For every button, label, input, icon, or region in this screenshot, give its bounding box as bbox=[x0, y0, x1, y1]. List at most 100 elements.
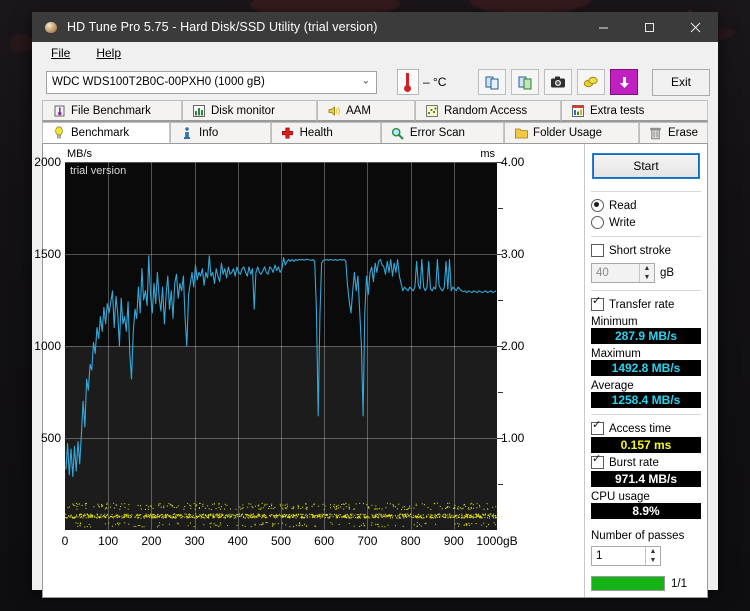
access-time-point bbox=[286, 507, 288, 509]
screenshot-button[interactable] bbox=[544, 69, 572, 95]
maximize-button[interactable] bbox=[626, 12, 672, 42]
exit-button[interactable]: Exit bbox=[652, 68, 710, 96]
tab-file-benchmark[interactable]: File Benchmark bbox=[42, 100, 182, 121]
access-time-point bbox=[184, 506, 186, 507]
access-time-point bbox=[436, 515, 437, 517]
passes-stepper[interactable]: ▲ ▼ bbox=[645, 547, 660, 565]
menu-help[interactable]: Help bbox=[87, 44, 130, 62]
tab-error-scan[interactable]: Error Scan bbox=[380, 122, 505, 143]
tab-info[interactable]: Info bbox=[170, 122, 271, 143]
access-time-point bbox=[171, 505, 173, 506]
access-time-point bbox=[159, 522, 161, 524]
access-time-point bbox=[469, 508, 471, 510]
checkbox-burst-rate[interactable]: Burst rate bbox=[591, 454, 701, 469]
y2-axis-minor-tick bbox=[498, 392, 503, 393]
tab-folder-usage[interactable]: Folder Usage bbox=[504, 122, 639, 143]
access-time-point bbox=[487, 508, 489, 510]
access-time-point bbox=[255, 516, 257, 518]
tab-extra-tests[interactable]: Extra tests bbox=[561, 100, 708, 121]
access-time-point bbox=[163, 507, 165, 509]
window-titlebar[interactable]: HD Tune Pro 5.75 - Hard Disk/SSD Utility… bbox=[32, 12, 718, 42]
access-time-point bbox=[331, 523, 333, 525]
tab-benchmark[interactable]: Benchmark bbox=[42, 122, 171, 143]
access-time-point bbox=[141, 526, 143, 528]
trial-watermark: trial version bbox=[70, 165, 127, 177]
access-time-point bbox=[136, 515, 138, 517]
access-time-point bbox=[221, 514, 223, 516]
access-time-point bbox=[77, 516, 79, 518]
access-time-point bbox=[383, 514, 384, 516]
y-axis-tick-label: 2000 bbox=[34, 155, 61, 169]
access-time-point bbox=[148, 517, 150, 519]
stepper-down-icon[interactable]: ▼ bbox=[646, 556, 660, 565]
checkbox-access-time[interactable]: Access time bbox=[591, 420, 701, 435]
access-time-point bbox=[463, 504, 465, 506]
access-time-point bbox=[223, 517, 225, 519]
access-time-point bbox=[286, 503, 288, 505]
access-time-point bbox=[465, 506, 467, 507]
tab-random-access[interactable]: Random Access bbox=[415, 100, 561, 121]
access-time-point bbox=[368, 506, 370, 508]
access-time-point bbox=[363, 503, 364, 505]
passes-input[interactable]: 1 ▲ ▼ bbox=[591, 546, 661, 566]
access-time-point bbox=[140, 505, 141, 507]
access-time-point bbox=[176, 506, 178, 508]
access-time-point bbox=[218, 506, 220, 508]
access-time-point bbox=[177, 505, 179, 507]
access-time-point bbox=[416, 516, 417, 518]
download-button[interactable] bbox=[610, 69, 638, 95]
access-time-point bbox=[168, 515, 170, 517]
stepper-up-icon[interactable]: ▲ bbox=[646, 547, 660, 556]
access-time-point bbox=[415, 515, 417, 517]
access-time-point bbox=[278, 515, 280, 517]
checkbox-transfer-rate[interactable]: Transfer rate bbox=[591, 296, 701, 311]
access-time-point bbox=[309, 516, 311, 518]
copy-button[interactable] bbox=[478, 69, 506, 95]
x-axis-tick-label: 700 bbox=[357, 534, 378, 548]
access-time-point bbox=[416, 522, 418, 524]
access-time-point bbox=[195, 504, 197, 506]
coins-button[interactable] bbox=[577, 69, 605, 95]
access-time-point bbox=[159, 516, 160, 518]
access-time-point bbox=[389, 503, 391, 505]
radio-write[interactable]: Write bbox=[591, 216, 701, 229]
tab-aam[interactable]: AAM bbox=[317, 100, 415, 121]
short-stroke-input[interactable]: 40 ▲ ▼ bbox=[591, 263, 655, 283]
tab-health[interactable]: Health bbox=[270, 122, 381, 143]
menu-file[interactable]: File bbox=[42, 44, 79, 62]
access-time-point bbox=[424, 504, 425, 506]
y2-axis-tick bbox=[497, 254, 503, 255]
minimize-button[interactable] bbox=[580, 12, 626, 42]
drive-select[interactable]: WDC WDS100T2B0C-00PXH0 (1000 gB) ⌄ bbox=[46, 70, 377, 94]
access-time-point bbox=[145, 508, 146, 510]
access-time-point bbox=[158, 504, 160, 506]
close-button[interactable] bbox=[672, 12, 718, 42]
cpu-usage-value: 8.9% bbox=[591, 503, 701, 519]
tab-disk-monitor[interactable]: Disk monitor bbox=[182, 100, 317, 121]
access-time-point bbox=[377, 516, 379, 518]
access-time-point bbox=[204, 507, 206, 509]
access-time-point bbox=[279, 515, 281, 516]
access-time-point bbox=[145, 513, 147, 515]
stepper-up-icon[interactable]: ▲ bbox=[640, 264, 654, 273]
checkbox-transfer-rate-icon bbox=[591, 296, 604, 311]
start-button[interactable]: Start bbox=[592, 153, 700, 179]
checkbox-short-stroke[interactable]: Short stroke bbox=[591, 244, 701, 257]
access-time-point bbox=[115, 523, 117, 525]
access-time-point bbox=[325, 517, 326, 519]
bulb-icon bbox=[52, 126, 66, 140]
tab-bars: File Benchmark Disk monitor AAM Random A… bbox=[32, 100, 718, 144]
radio-read[interactable]: Read bbox=[591, 199, 701, 212]
access-time-point bbox=[219, 517, 221, 519]
copy-green-button[interactable] bbox=[511, 69, 539, 95]
access-time-point bbox=[214, 515, 216, 517]
access-time-point bbox=[123, 517, 125, 518]
tab-erase[interactable]: Erase bbox=[638, 122, 708, 143]
stepper-down-icon[interactable]: ▼ bbox=[640, 273, 654, 282]
access-time-point bbox=[429, 516, 431, 518]
short-stroke-stepper[interactable]: ▲ ▼ bbox=[639, 264, 654, 282]
access-time-point bbox=[208, 508, 210, 510]
access-time-point bbox=[419, 523, 420, 525]
access-time-point bbox=[441, 508, 443, 510]
access-time-point bbox=[325, 514, 327, 516]
